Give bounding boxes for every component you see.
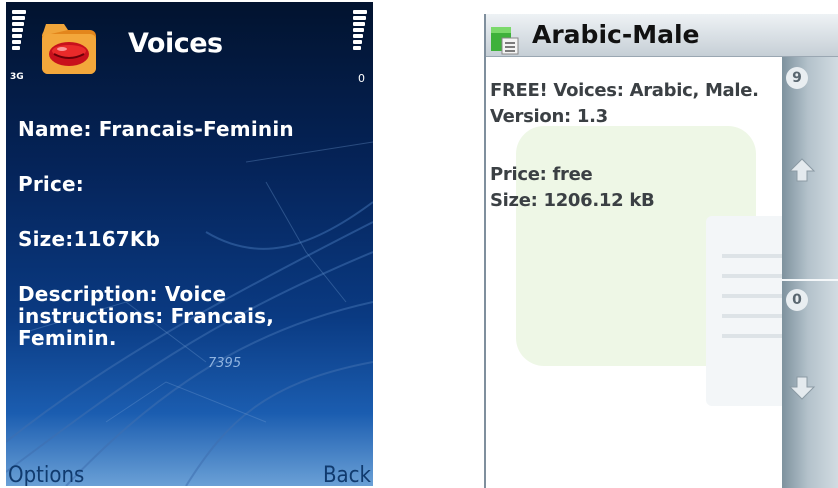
back-softkey[interactable]: Back (323, 463, 371, 486)
signal-icon (12, 10, 26, 52)
scroll-down-arrow-icon[interactable] (788, 375, 816, 401)
options-softkey[interactable]: Options (8, 463, 84, 486)
voice-description: Description: Voice instructions: Francai… (18, 282, 275, 350)
screen-title: Voices (128, 28, 223, 59)
scroll-bottom-number: 0 (786, 289, 808, 311)
info-line-size: Size: 1206.12 kB (490, 190, 655, 211)
network-indicator: 3G (10, 72, 24, 82)
file-icon (491, 27, 519, 55)
scroll-up-arrow-icon[interactable] (788, 157, 816, 183)
scroll-separator (782, 279, 838, 281)
lips-folder-icon (42, 24, 96, 74)
header-bar: Arabic-Male (486, 14, 838, 57)
info-line-voices: FREE! Voices: Arabic, Male. (490, 80, 759, 101)
arabic-male-screen: Arabic-Male FREE! Voices: Arabic, Male. … (484, 14, 838, 488)
screen-title: Arabic-Male (532, 20, 700, 49)
voice-price: Price: (18, 172, 84, 196)
map-number-label: 7395 (208, 356, 241, 371)
info-line-version: Version: 1.3 (490, 106, 608, 127)
battery-label: 0 (358, 72, 365, 85)
scroll-top-number: 9 (786, 67, 808, 89)
scrollbar[interactable]: 9 0 (782, 57, 838, 488)
voice-name: Name: Francais-Feminin (18, 117, 294, 141)
info-line-price: Price: free (490, 164, 593, 185)
voices-screen: 7395 3G 0 Voices Name: Francais-Feminin … (6, 2, 373, 486)
voice-size: Size:1167Kb (18, 227, 161, 251)
battery-icon (353, 10, 367, 52)
